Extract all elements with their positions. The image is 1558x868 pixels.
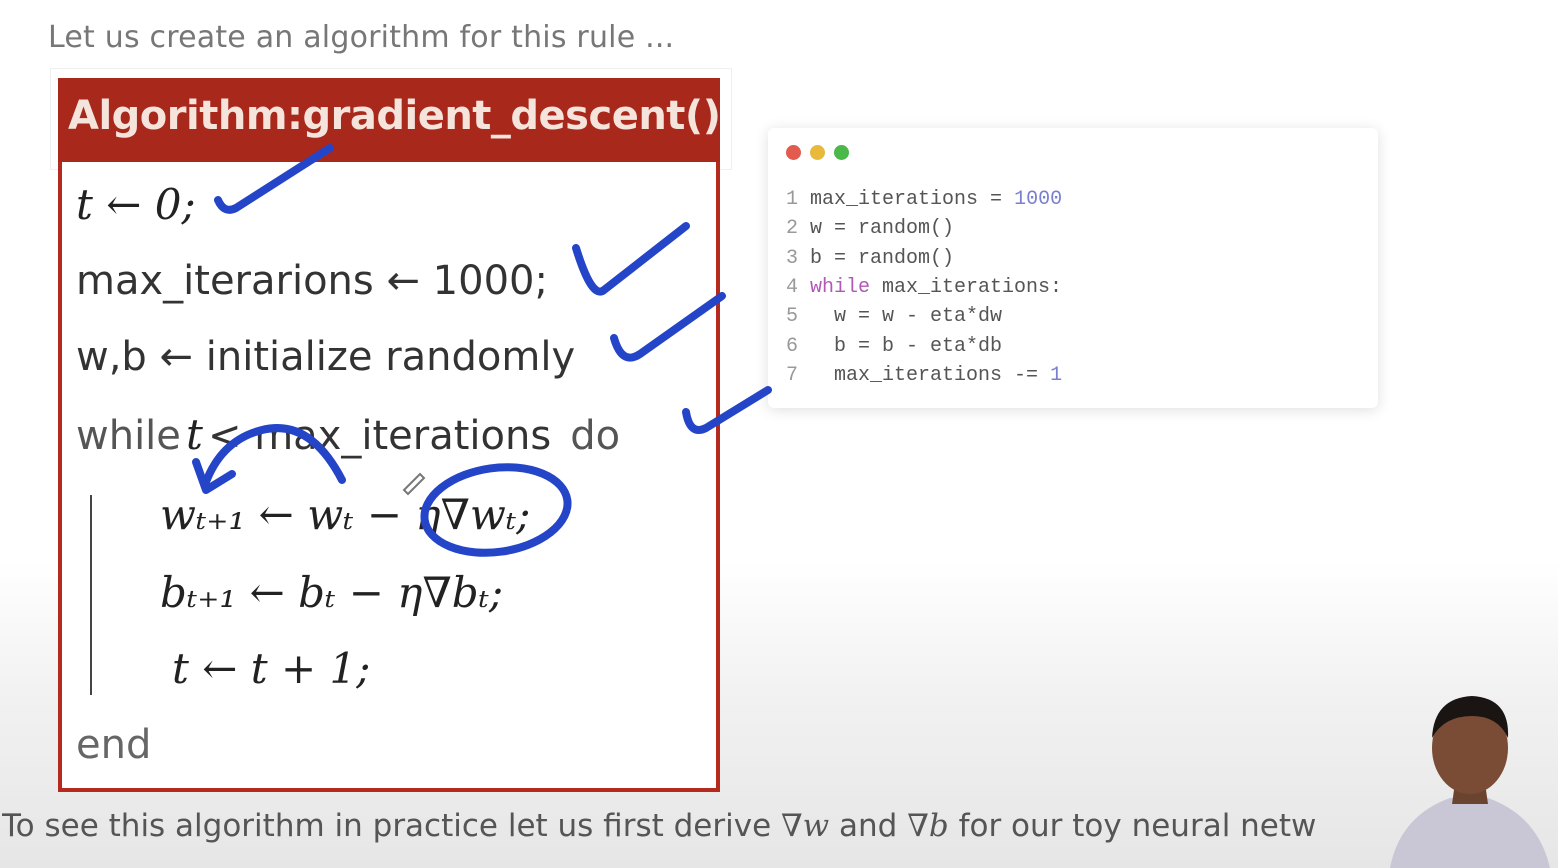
- code-line: 4 while max_iterations:: [786, 276, 1062, 299]
- algo-line-while: while t < max_iterations do: [76, 410, 620, 459]
- presenter-figure: [1390, 696, 1550, 868]
- code-text: max_iterations =: [810, 188, 1015, 211]
- while-condition: < max_iterations: [207, 413, 552, 459]
- code-line: 2 w = random(): [786, 217, 954, 240]
- footer-part2: and: [829, 808, 908, 844]
- algo-line-init-wb: w,b ← initialize randomly: [76, 334, 576, 380]
- code-line-number: 7: [786, 363, 811, 387]
- intro-text: Let us create an algorithm for this rule…: [48, 20, 675, 55]
- algo-line-increment-t: t ← t + 1;: [172, 644, 371, 693]
- code-text: max_iterations:: [870, 275, 1063, 299]
- window-maximize-dot: [834, 145, 849, 160]
- code-number-literal: 1000: [1014, 188, 1063, 211]
- loop-body-bar: [90, 495, 92, 695]
- code-keyword: while: [810, 275, 871, 299]
- footer-grad-w: ∇w: [781, 808, 830, 844]
- code-line-number: 5: [786, 305, 811, 329]
- code-text: w = w - eta*dw: [810, 305, 1003, 329]
- code-line-number: 1: [786, 188, 811, 211]
- algo-line-update-b: bₜ₊₁ ← bₜ − η∇bₜ;: [160, 568, 504, 617]
- code-text: w = random(): [810, 217, 955, 241]
- footer-caption: To see this algorithm in practice let us…: [2, 808, 1422, 844]
- algo-line-max-iter: max_iterarions ← 1000;: [76, 258, 548, 304]
- window-minimize-dot: [810, 145, 825, 160]
- algo-line-end: end: [76, 722, 152, 768]
- code-line-number: 4: [786, 275, 811, 299]
- code-line: 1 max_iterations = 1000: [786, 188, 1062, 211]
- code-line: 5 w = w - eta*dw: [786, 305, 1002, 328]
- code-text: b = random(): [810, 246, 955, 270]
- do-keyword: do: [570, 413, 621, 459]
- code-line-number: 3: [786, 246, 811, 270]
- footer-part1: To see this algorithm in practice let us…: [2, 808, 781, 844]
- footer-part3: for our toy neural netw: [948, 808, 1317, 844]
- algo-line-t-init: t ← 0;: [76, 180, 196, 229]
- while-keyword: while: [76, 413, 181, 459]
- code-line: 3 b = random(): [786, 247, 954, 270]
- code-text: b = b - eta*db: [810, 334, 1003, 358]
- code-number-literal: 1: [1050, 363, 1063, 387]
- code-window: 1 max_iterations = 1000 2 w = random() 3 b…: [768, 128, 1378, 408]
- code-text: max_iterations -=: [810, 363, 1051, 387]
- algorithm-title: Algorithm:gradient_descent(): [68, 93, 721, 139]
- code-line: 6 b = b - eta*db: [786, 335, 1002, 358]
- presenter-video: [1380, 676, 1558, 868]
- window-close-dot: [786, 145, 801, 160]
- code-line-number: 2: [786, 217, 811, 241]
- footer-grad-b: ∇b: [907, 808, 949, 844]
- algo-line-update-w: wₜ₊₁ ← wₜ − η∇wₜ;: [160, 490, 531, 539]
- presenter-shirt: [1390, 798, 1550, 868]
- code-line: 7 max_iterations -= 1: [786, 364, 1062, 387]
- while-var: t: [186, 410, 203, 459]
- code-line-number: 6: [786, 334, 811, 358]
